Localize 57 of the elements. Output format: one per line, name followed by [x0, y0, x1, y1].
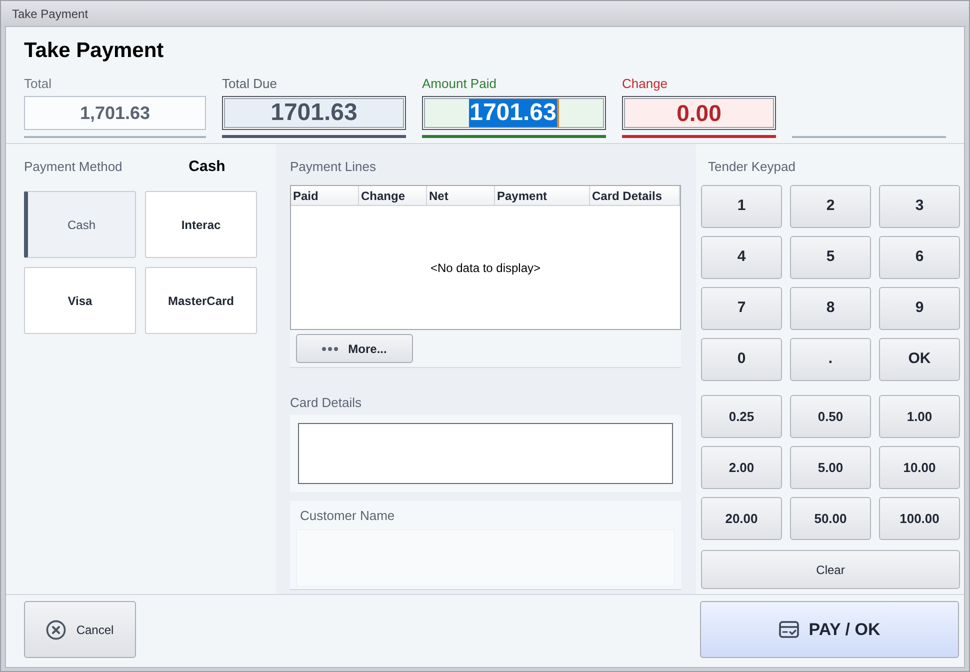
amount-key[interactable]: 0.50	[790, 395, 871, 438]
section-label: Payment Method	[24, 158, 124, 176]
keypad-key[interactable]: 3	[879, 185, 960, 228]
amount-key[interactable]: 0.25	[701, 395, 782, 438]
amount-key[interactable]: 100.00	[879, 497, 960, 540]
empty-table-message: <No data to display>	[430, 260, 541, 276]
keypad-key[interactable]: .	[790, 338, 871, 381]
column-header[interactable]: Paid	[291, 186, 359, 205]
close-icon	[46, 620, 66, 640]
text-cursor	[557, 99, 560, 127]
more-button[interactable]: More...	[296, 334, 413, 363]
payment-method-button[interactable]: Interac	[145, 191, 257, 258]
keypad-key[interactable]: 8	[790, 287, 871, 330]
amount-key[interactable]: 5.00	[790, 446, 871, 489]
field-value: 1701.63	[468, 99, 558, 127]
keypad-key[interactable]: 0	[701, 338, 782, 381]
payment-method-button[interactable]: Visa	[24, 267, 136, 334]
keypad-key[interactable]: 6	[879, 236, 960, 279]
amount-key[interactable]: 50.00	[790, 497, 871, 540]
section-label: Customer Name	[299, 507, 396, 525]
amount-key[interactable]: 2.00	[701, 446, 782, 489]
card-details-field[interactable]	[298, 423, 673, 484]
column-header[interactable]: Payment	[495, 186, 590, 205]
column-header[interactable]: Card Details	[590, 186, 680, 205]
column-header[interactable]: Net	[427, 186, 495, 205]
section-label: Payment Lines	[290, 158, 377, 176]
field-label: Total Due	[222, 76, 278, 92]
window-title: Take Payment	[12, 6, 88, 22]
field-label: Amount Paid	[422, 76, 498, 92]
column-header[interactable]: Change	[359, 186, 427, 205]
keypad-key[interactable]: 9	[879, 287, 960, 330]
card-check-icon	[778, 620, 799, 638]
amount-key[interactable]: 20.00	[701, 497, 782, 540]
payment-method-button[interactable]: Cash	[24, 191, 136, 258]
amount-field[interactable]: 1701.63	[422, 96, 606, 130]
clear-button[interactable]: Clear	[701, 550, 960, 589]
amount-key[interactable]: 1.00	[879, 395, 960, 438]
section-label: Card Details	[290, 394, 363, 412]
field-value: 0.00	[676, 99, 722, 127]
selected-method: Cash	[188, 156, 226, 177]
ellipsis-icon	[322, 346, 338, 350]
field-value: 1,701.63	[78, 102, 152, 125]
payment-method-button[interactable]: MasterCard	[145, 267, 257, 334]
dialog-title: Take Payment	[24, 38, 165, 64]
keypad-key[interactable]: 7	[701, 287, 782, 330]
amount-key[interactable]: 10.00	[879, 446, 960, 489]
section-label: Tender Keypad	[707, 158, 796, 176]
keypad-key[interactable]: 5	[790, 236, 871, 279]
keypad-key[interactable]: 2	[790, 185, 871, 228]
pay-button[interactable]: PAY / OK	[700, 601, 959, 658]
cancel-button[interactable]: Cancel	[24, 601, 136, 658]
keypad-key[interactable]: 4	[701, 236, 782, 279]
keypad-key[interactable]: 1	[701, 185, 782, 228]
field-label: Total	[24, 76, 52, 92]
field-value: 1701.63	[270, 99, 358, 127]
keypad-key[interactable]: OK	[879, 338, 960, 381]
field-label: Change	[622, 76, 669, 92]
